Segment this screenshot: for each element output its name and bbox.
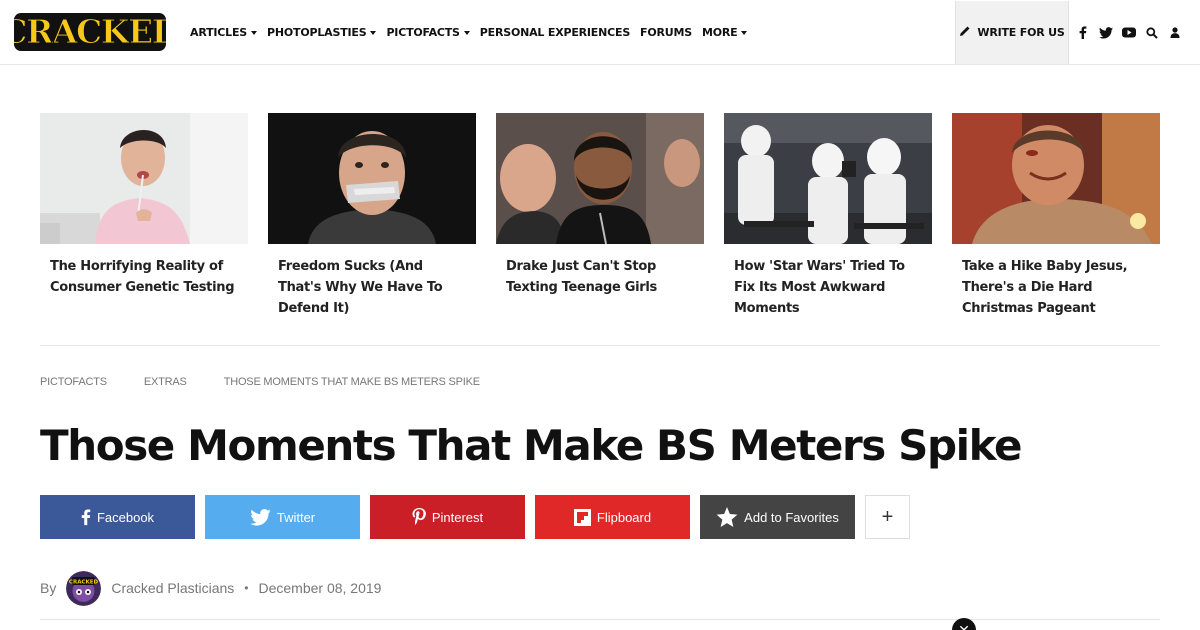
trending-card[interactable]: How 'Star Wars' Tried To Fix Its Most Aw… — [724, 113, 932, 319]
twitter-icon — [250, 508, 271, 526]
byline: By CRACKED Cracked Plasticians • Decembe… — [40, 570, 381, 606]
taped-mouth-thumbnail[interactable] — [268, 113, 476, 244]
twitter-share-button[interactable]: Twitter — [205, 495, 360, 539]
breadcrumb: PICTOFACTS EXTRAS THOSE MOMENTS THAT MAK… — [40, 376, 517, 388]
nav-more[interactable]: MORE — [702, 26, 748, 39]
trending-card-title[interactable]: The Horrifying Reality of Consumer Genet… — [50, 256, 238, 298]
header-social-icons — [1076, 0, 1191, 65]
nav-personal-experiences[interactable]: PERSONAL EXPERIENCES — [480, 26, 630, 39]
site-header: CRACKED ARTICLES PHOTOPLASTIES PICTOFACT… — [0, 0, 1200, 65]
facebook-icon — [81, 508, 91, 526]
trending-card[interactable]: The Horrifying Reality of Consumer Genet… — [40, 113, 248, 298]
nav-forums[interactable]: FORUMS — [640, 26, 692, 39]
facebook-icon[interactable] — [1076, 26, 1090, 40]
share-buttons: Facebook Twitter Pinterest Flipboard Add… — [40, 495, 920, 539]
chevron-down-icon — [463, 30, 470, 35]
author-name[interactable]: Cracked Plasticians — [111, 580, 234, 596]
chevron-down-icon — [370, 30, 377, 35]
trending-card-title[interactable]: Take a Hike Baby Jesus, There's a Die Ha… — [962, 256, 1150, 319]
flipboard-share-button[interactable]: Flipboard — [535, 495, 690, 539]
nav-articles[interactable]: ARTICLES — [190, 26, 258, 39]
nav-pictofacts[interactable]: PICTOFACTS — [386, 26, 470, 39]
author-avatar[interactable]: CRACKED — [66, 570, 102, 606]
pencil-icon — [959, 24, 971, 42]
add-to-favorites-button[interactable]: Add to Favorites — [700, 495, 855, 539]
separator-dot: • — [244, 581, 249, 595]
breadcrumb-item[interactable]: PICTOFACTS — [40, 376, 107, 388]
section-divider — [40, 345, 1160, 346]
trending-card-title[interactable]: Freedom Sucks (And That's Why We Have To… — [278, 256, 466, 319]
trending-card[interactable]: Take a Hike Baby Jesus, There's a Die Ha… — [952, 113, 1160, 319]
cracked-logo[interactable]: CRACKED — [1, 11, 182, 53]
breadcrumb-item[interactable]: EXTRAS — [144, 376, 187, 388]
user-icon[interactable] — [1168, 26, 1182, 40]
svg-text:CRACKED: CRACKED — [14, 12, 166, 51]
pinterest-icon — [412, 507, 426, 527]
genetic-testing-thumbnail[interactable] — [40, 113, 248, 244]
plus-icon: + — [881, 505, 894, 528]
trending-card[interactable]: Drake Just Can't Stop Texting Teenage Gi… — [496, 113, 704, 298]
breadcrumb-item[interactable]: THOSE MOMENTS THAT MAKE BS METERS SPIKE — [224, 376, 480, 388]
nav-photoplasties[interactable]: PHOTOPLASTIES — [267, 26, 377, 39]
more-share-button[interactable]: + — [865, 495, 910, 539]
star-icon — [716, 506, 738, 528]
flipboard-icon — [573, 508, 591, 526]
main-nav: ARTICLES PHOTOPLASTIES PICTOFACTS PERSON… — [190, 0, 757, 65]
trending-card-title[interactable]: Drake Just Can't Stop Texting Teenage Gi… — [506, 256, 694, 298]
byline-prefix: By — [40, 580, 57, 596]
chevron-down-icon — [741, 30, 748, 35]
svg-text:CRACKED: CRACKED — [69, 579, 99, 585]
facebook-share-button[interactable]: Facebook — [40, 495, 195, 539]
publish-date: December 08, 2019 — [258, 580, 382, 596]
drake-thumbnail[interactable] — [496, 113, 704, 244]
search-icon[interactable] — [1145, 26, 1159, 40]
page-title: Those Moments That Make BS Meters Spike — [40, 421, 1023, 470]
stormtroopers-thumbnail[interactable] — [724, 113, 932, 244]
die-hard-thumbnail[interactable] — [952, 113, 1160, 244]
twitter-icon[interactable] — [1099, 26, 1113, 40]
write-for-us-button[interactable]: WRITE FOR US — [955, 1, 1069, 64]
pinterest-share-button[interactable]: Pinterest — [370, 495, 525, 539]
trending-card-title[interactable]: How 'Star Wars' Tried To Fix Its Most Aw… — [734, 256, 922, 319]
chevron-down-icon — [251, 30, 258, 35]
trending-card[interactable]: Freedom Sucks (And That's Why We Have To… — [268, 113, 476, 319]
section-divider — [40, 619, 1160, 620]
youtube-icon[interactable] — [1122, 26, 1136, 40]
